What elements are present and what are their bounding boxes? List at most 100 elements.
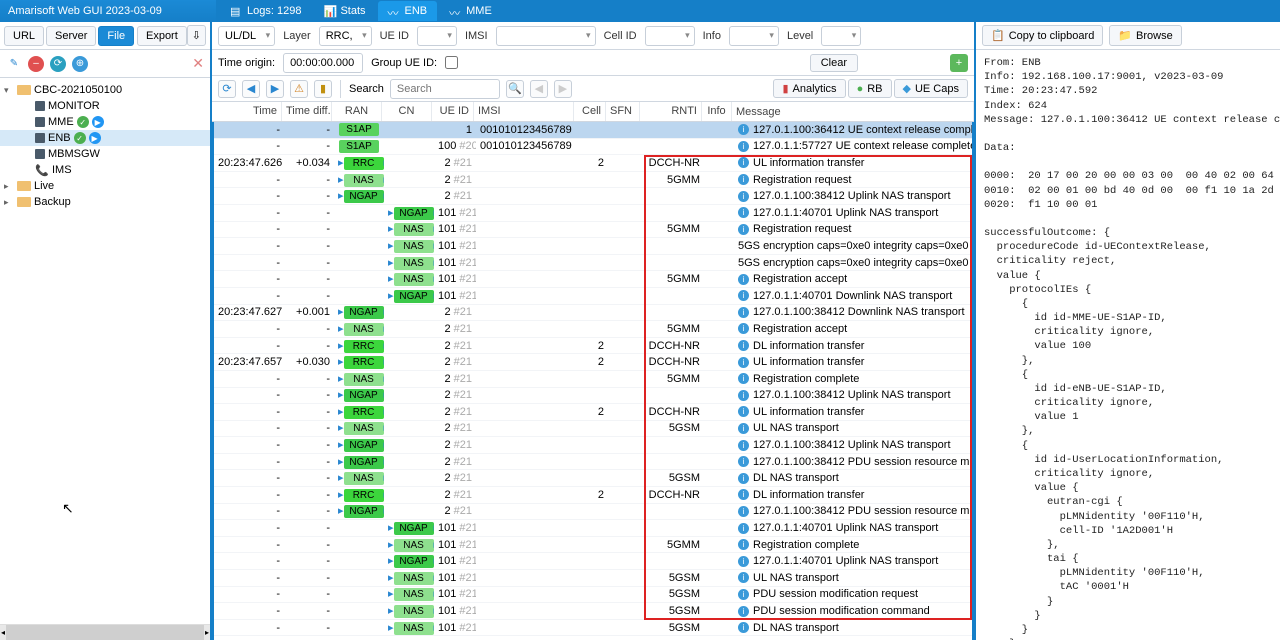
right-toolbar: 📋Copy to clipboard 📁Browse: [976, 22, 1280, 50]
main-tab-logs[interactable]: ▤Logs: 1298: [220, 1, 311, 21]
h-scrollbar[interactable]: ◂ ▸: [0, 624, 210, 640]
wand-icon[interactable]: ✎: [6, 56, 22, 72]
close-icon[interactable]: ✕: [192, 55, 204, 72]
list-icon: ▤: [230, 5, 242, 17]
table-row[interactable]: --▸NAS▸101 #215GS encryption caps=0xe0 i…: [214, 255, 972, 272]
layer-select[interactable]: RRC,: [319, 26, 372, 46]
main-tab-enb[interactable]: 〰ENB: [378, 1, 438, 21]
uldl-select[interactable]: UL/DL: [218, 26, 275, 46]
browse-button[interactable]: 📁Browse: [1109, 25, 1181, 46]
table-row[interactable]: --▸NAS▸101 #215GSMiUL NAS transport: [214, 570, 972, 587]
tree-node-enb[interactable]: ENB✓▶: [0, 130, 210, 146]
table-row[interactable]: --▸NGAP▸2 #21i127.0.1.100:38412 PDU sess…: [214, 504, 972, 521]
table-row[interactable]: --▸NAS▸2 #215GMMiRegistration request: [214, 172, 972, 189]
table-row[interactable]: --▸NAS▸101 #215GSMiPDU session modificat…: [214, 603, 972, 620]
table-row[interactable]: --▸NGAP▸101 #21i127.0.1.1:40701 Downlink…: [214, 288, 972, 305]
group-ueid-checkbox[interactable]: [445, 56, 458, 69]
table-row[interactable]: --▸NAS▸2 #215GSMiDL NAS transport: [214, 470, 972, 487]
table-row[interactable]: 20:23:47.657+0.030▸RRC▸2 #212DCCH-NRiUL …: [214, 354, 972, 371]
col-rnti[interactable]: RNTI: [640, 102, 702, 121]
table-row[interactable]: --▸NAS▸2 #215GSMiUL NAS transport: [214, 421, 972, 438]
table-row[interactable]: --▸RRC▸2 #212DCCH-NRiUL information tran…: [214, 404, 972, 421]
table-row[interactable]: --▸NAS▸101 #215GMMiRegistration accept: [214, 271, 972, 288]
tree-node-mbmsgw[interactable]: MBMSGW: [0, 146, 210, 162]
export-menu-button[interactable]: ⇩: [187, 25, 206, 46]
arrow-icon: ▸: [338, 439, 344, 451]
table-row[interactable]: --▸NAS▸101 #215GMMiRegistration request: [214, 222, 972, 239]
table-row[interactable]: --▸NGAP▸2 #21i127.0.1.100:38412 Uplink N…: [214, 188, 972, 205]
imsi-select[interactable]: [496, 26, 596, 46]
col-message[interactable]: Message: [732, 102, 974, 121]
url-tab[interactable]: URL: [4, 26, 44, 46]
time-origin-input[interactable]: [283, 53, 363, 73]
search-next-icon[interactable]: ▶: [554, 80, 572, 98]
cellid-select[interactable]: [645, 26, 695, 46]
copy-button[interactable]: 📋Copy to clipboard: [982, 25, 1103, 46]
col-cell[interactable]: Cell: [574, 102, 606, 121]
table-row[interactable]: --▸RRC▸2 #212DCCH-NRiDL information tran…: [214, 338, 972, 355]
level-select[interactable]: [821, 26, 861, 46]
file-tab[interactable]: File: [98, 26, 134, 46]
table-row[interactable]: --S1AP100 #20001010123456789i127.0.1.1:5…: [214, 139, 972, 156]
arrow-icon: ▸: [338, 489, 344, 501]
warn-icon[interactable]: ⚠: [290, 80, 308, 98]
col-imsi[interactable]: IMSI: [474, 102, 574, 121]
table-row[interactable]: 20:23:47.626+0.034▸RRC▸2 #212DCCH-NRiUL …: [214, 155, 972, 172]
export-button[interactable]: Export: [137, 26, 187, 46]
table-row[interactable]: --▸NAS▸101 #215GS encryption caps=0xe0 i…: [214, 238, 972, 255]
uecaps-button[interactable]: ◆UE Caps: [894, 79, 969, 98]
tree-node-cbc-2021050100[interactable]: ▾CBC-2021050100: [0, 82, 210, 98]
col-time[interactable]: Time: [212, 102, 282, 121]
layer-badge: NAS: [344, 373, 384, 386]
search-prev-icon[interactable]: ◀: [530, 80, 548, 98]
tree-node-live[interactable]: ▸Live: [0, 178, 210, 194]
binoculars-icon[interactable]: 🔍: [506, 80, 524, 98]
table-row[interactable]: --▸NGAP▸2 #21i127.0.1.100:38412 Uplink N…: [214, 437, 972, 454]
col-cn[interactable]: CN: [382, 102, 432, 121]
refresh-table-icon[interactable]: ⟳: [218, 80, 236, 98]
globe-icon[interactable]: ⊕: [72, 56, 88, 72]
table-row[interactable]: --▸NAS▸2 #215GMMiRegistration accept: [214, 321, 972, 338]
table-row[interactable]: --▸NGAP▸101 #21i127.0.1.1:40701 Uplink N…: [214, 553, 972, 570]
info-select[interactable]: [729, 26, 779, 46]
rb-button[interactable]: ●RB: [848, 79, 892, 98]
table-row[interactable]: 20:23:47.627+0.001▸NGAP▸2 #21i127.0.1.10…: [214, 305, 972, 322]
main-tab-stats[interactable]: 📊Stats: [313, 1, 375, 21]
table-row[interactable]: --▸RRC▸2 #212DCCH-NRiDL information tran…: [214, 487, 972, 504]
ueid-select[interactable]: [417, 26, 457, 46]
table-row[interactable]: --▸NGAP▸2 #21i127.0.1.100:38412 Uplink N…: [214, 388, 972, 405]
table-row[interactable]: --▸NAS▸2 #215GMMiRegistration complete: [214, 371, 972, 388]
table-row[interactable]: --▸NAS▸101 #215GSMiPDU session modificat…: [214, 587, 972, 604]
col-info[interactable]: Info: [702, 102, 732, 121]
next-icon[interactable]: ▶: [266, 80, 284, 98]
col-ran[interactable]: RAN: [332, 102, 382, 121]
col-sfn[interactable]: SFN: [606, 102, 640, 121]
tree-node-monitor[interactable]: MONITOR: [0, 98, 210, 114]
table-row[interactable]: --▸NGAP▸101 #21i127.0.1.1:40701 Uplink N…: [214, 520, 972, 537]
prev-icon[interactable]: ◀: [242, 80, 260, 98]
flag-icon[interactable]: ▮: [314, 80, 332, 98]
refresh-icon[interactable]: ⟳: [50, 56, 66, 72]
col-ueid[interactable]: UE ID: [432, 102, 474, 121]
search-input[interactable]: [390, 79, 500, 99]
tree-node-ims[interactable]: 📞IMS: [0, 162, 210, 178]
status-badge: ▶: [89, 132, 101, 144]
col-timediff[interactable]: Time diff.: [282, 102, 332, 121]
layer-badge: NAS: [394, 605, 434, 618]
analytics-button[interactable]: ▮Analytics: [773, 79, 845, 98]
tree-node-backup[interactable]: ▸Backup: [0, 194, 210, 210]
layer-badge: NGAP: [344, 389, 384, 402]
server-tab[interactable]: Server: [46, 26, 96, 46]
table-row[interactable]: --▸NGAP▸2 #21i127.0.1.100:38412 PDU sess…: [214, 454, 972, 471]
tree-node-mme[interactable]: MME✓▶: [0, 114, 210, 130]
clear-button[interactable]: Clear: [810, 54, 858, 72]
table-row[interactable]: --▸NGAP▸101 #21i127.0.1.1:40701 Uplink N…: [214, 205, 972, 222]
table-row[interactable]: --▸NAS▸101 #215GSMiDL NAS transport: [214, 620, 972, 637]
add-button[interactable]: +: [950, 54, 968, 72]
grid-body[interactable]: --S1AP1001010123456789i127.0.1.100:36412…: [212, 122, 974, 640]
main-tab-mme[interactable]: 〰MME: [439, 1, 502, 21]
table-row[interactable]: --▸NAS▸101 #215GMMiRegistration complete: [214, 537, 972, 554]
detail-content[interactable]: From: ENB Info: 192.168.100.17:9001, v20…: [976, 50, 1280, 640]
stop-icon[interactable]: –: [28, 56, 44, 72]
table-row[interactable]: --S1AP1001010123456789i127.0.1.100:36412…: [214, 122, 972, 139]
